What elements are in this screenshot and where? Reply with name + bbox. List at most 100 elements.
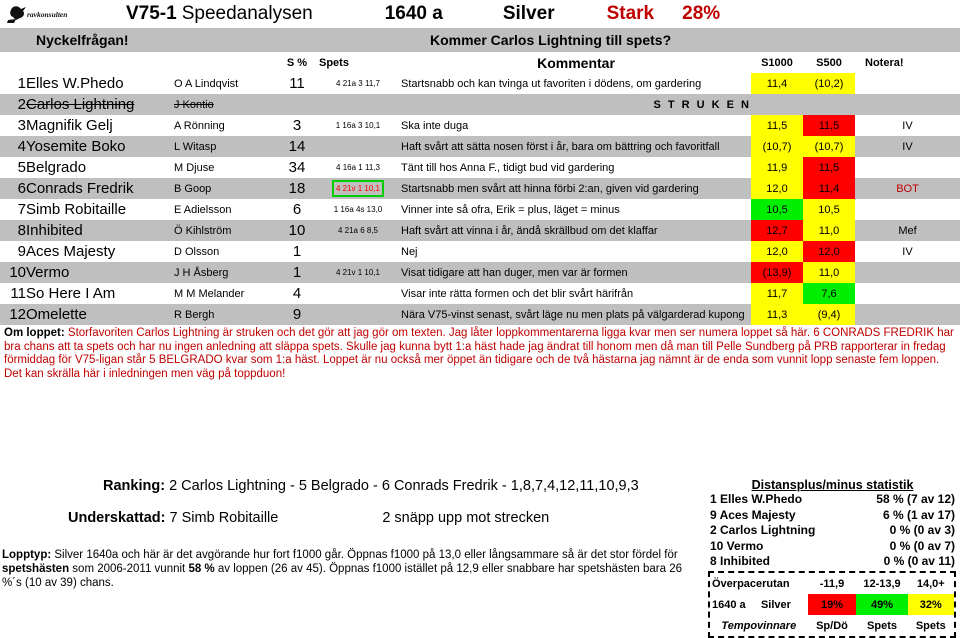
driver-name: J H Åsberg (174, 262, 279, 283)
ranking-block: Ranking: 2 Carlos Lightning - 5 Belgrado… (0, 478, 700, 526)
spets-highlight-box: 4 21v 1 10,1 (331, 180, 385, 197)
table-row[interactable]: 4 Yosemite Boko L Witasp 14 Haft svårt att s… (0, 136, 960, 157)
lopptyp-part2: som 2006-2011 vunnit (69, 563, 189, 575)
tempo-range-2: 12-13,9 (863, 577, 901, 590)
driver-name-text: E Adielsson (174, 203, 232, 216)
th-notera: Notera! (865, 56, 904, 69)
race-number: V75-1 (126, 3, 177, 24)
driver-name-text: O A Lindqvist (174, 77, 239, 90)
s1000-value: 11,3 (751, 304, 803, 325)
table-row[interactable]: 6 Conrads Fredrik B Goop 18 4 21v 1 10,1 Star… (0, 178, 960, 199)
s1000-value: (13,9) (751, 262, 803, 283)
driver-name-text: L Witasp (174, 140, 217, 153)
horse-name: Conrads Fredrik (26, 178, 174, 199)
table-row[interactable]: 10 Vermo J H Åsberg 1 4 21v 1 10,1 Visat tidi… (0, 262, 960, 283)
s500-value: 11,5 (803, 157, 855, 178)
ranking-line: Ranking: 2 Carlos Lightning - 5 Belgrado… (103, 478, 700, 494)
s500-value: 11,0 (803, 262, 855, 283)
key-question-text: Kommer Carlos Lightning till spets? (430, 32, 672, 48)
svg-text:ravkonsulten: ravkonsulten (27, 10, 67, 19)
s1000-value: 11,5 (751, 115, 803, 136)
notera-value (855, 262, 960, 283)
table-row[interactable]: 7 Simb Robitaille E Adielsson 6 1 16a 4s 13,… (0, 199, 960, 220)
horse-name: Omelette (26, 304, 174, 325)
driver-name-text: A Rönning (174, 119, 225, 132)
tempo-value-1: 19% (807, 594, 857, 615)
s1000-value (751, 94, 803, 115)
s500-value: 11,4 (803, 178, 855, 199)
horse-name: Inhibited (26, 220, 174, 241)
horse-name: Belgrado (26, 157, 174, 178)
kommentar-text: Ska inte duga (401, 119, 469, 132)
spets-value: 4 21a 3 11,7 (336, 79, 380, 88)
key-question-bar: Nyckelfrågan! Kommer Carlos Lightning ti… (0, 28, 960, 52)
horses-table: S % Spets Kommentar S1000 S500 Notera! 1… (0, 52, 960, 325)
tempo-row-winner: Tempovinnare Sp/Dö Spets Spets (710, 615, 954, 636)
driver-name: B Goop (174, 178, 279, 199)
s500-value (803, 94, 855, 115)
kommentar-text: Haft svårt att vinna i år, ändå skrällbu… (401, 224, 658, 237)
spets-percent: 18 (288, 180, 306, 197)
table-row[interactable]: 12 Omelette R Bergh 9 Nära V75-vinst senast,… (0, 304, 960, 325)
spets-value: 4 16a 1 11,3 (336, 163, 380, 172)
title-bar: ravkonsulten V75-1 Speedanalysen 1640 a … (0, 0, 960, 28)
spets-value: 4 21v 1 10,1 (315, 178, 401, 199)
table-row[interactable]: 11 So Here I Am M M Melander 4 Visar inte rä… (0, 283, 960, 304)
spets-value: 1 16a 4s 13,0 (333, 205, 383, 214)
spets-value (315, 94, 401, 115)
tempo-row-header: Överpacerutan -11,9 12-13,9 14,0+ (710, 573, 954, 594)
spets-percent: 10 (288, 222, 306, 239)
s1000-value: 12,0 (751, 241, 803, 262)
tempo-race-label: 1640 a Silver (712, 598, 791, 611)
table-row[interactable]: 3 Magnifik Gelj A Rönning 3 1 16a 3 10,1 Ska … (0, 115, 960, 136)
spets-percent: 3 (292, 117, 302, 134)
snapp-note: 2 snäpp upp mot strecken (382, 510, 550, 526)
s1000-value: 11,9 (751, 157, 803, 178)
th-s500: S500 (816, 56, 842, 69)
race-distance: 1640 a (384, 3, 443, 24)
om-loppet-text: Storfavoriten Carlos Lightning är struke… (4, 327, 954, 380)
table-row[interactable]: 1 Elles W.Phedo O A Lindqvist 11 4 21a 3 11,… (0, 73, 960, 94)
lopptyp-part1: Silver 1640a och här är det avgörande hu… (51, 549, 678, 561)
lopptyp-bold1: spetshästen (2, 563, 70, 575)
underskattad-value: 7 Simb Robitaille (169, 510, 279, 526)
s500-value: 11,0 (803, 220, 855, 241)
spets-value: 4 21a 6 8,5 (337, 226, 379, 235)
spets-value (315, 304, 401, 325)
spets-percent: 4 (292, 285, 302, 302)
notera-value (855, 199, 960, 220)
kommentar-text: Visar inte rätta formen och det blir svå… (401, 287, 634, 300)
driver-name: A Rönning (174, 115, 279, 136)
driver-name: M M Melander (174, 283, 279, 304)
tempo-box: Överpacerutan -11,9 12-13,9 14,0+ 1640 a… (708, 571, 956, 638)
horse-name-text: Omelette (26, 306, 87, 323)
driver-name-text: M Djuse (174, 161, 215, 174)
spets-percent: 6 (292, 201, 302, 218)
table-row[interactable]: 2 Carlos Lightning J Kontio S T R U K E N (0, 94, 960, 115)
spets-value: 1 16a 3 10,1 (335, 121, 381, 130)
row-number: 10 (9, 264, 26, 281)
horse-name-text: So Here I Am (26, 285, 116, 302)
lopptyp-bold2: 58 % (188, 563, 215, 575)
spets-value (315, 136, 401, 157)
spets-percent: 14 (288, 138, 306, 155)
race-strength: Stark (606, 3, 655, 24)
table-row[interactable]: 8 Inhibited Ö Kihlström 10 4 21a 6 8,5 Haft s… (0, 220, 960, 241)
lopptyp-paragraph: Lopptyp: Silver 1640a och här är det avg… (2, 548, 692, 590)
spets-percent: 1 (292, 243, 302, 260)
stat-value: 0 % (0 av 3) (889, 523, 955, 537)
s500-value: (10,2) (803, 73, 855, 94)
row-number: 3 (17, 117, 26, 134)
table-row[interactable]: 9 Aces Majesty D Olsson 1 Nej 12,0 12,0 IV (0, 241, 960, 262)
tempo-value-2: 49% (856, 594, 908, 615)
stat-row: 8 Inhibited 0 % (0 av 11) (710, 554, 955, 570)
driver-name: E Adielsson (174, 199, 279, 220)
notera-value (855, 304, 960, 325)
om-loppet-paragraph: Om loppet: Storfavoriten Carlos Lightnin… (0, 325, 960, 381)
row-number: 6 (17, 180, 26, 197)
table-body: 1 Elles W.Phedo O A Lindqvist 11 4 21a 3 11,… (0, 73, 960, 325)
horse-name: Elles W.Phedo (26, 73, 174, 94)
table-row[interactable]: 5 Belgrado M Djuse 34 4 16a 1 11,3 Tänt till … (0, 157, 960, 178)
horse-name: Vermo (26, 262, 174, 283)
s1000-value: 12,0 (751, 178, 803, 199)
